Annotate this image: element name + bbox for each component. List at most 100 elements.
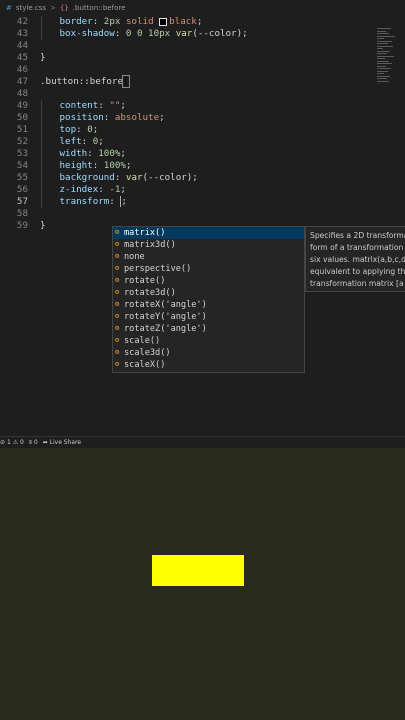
code-token: height xyxy=(59,160,93,171)
suggestion-item[interactable]: ⚙ none xyxy=(113,251,304,263)
code-editor[interactable]: 42 border: 2px solid black; 43 box-shadow: … xyxy=(0,16,405,436)
code-token: : xyxy=(92,160,104,171)
docs-line: equivalent to applying the xyxy=(310,267,405,276)
suggestion-label: scaleX() xyxy=(124,360,166,370)
indent-guide xyxy=(41,16,42,28)
indent-guide xyxy=(41,196,42,208)
code-line[interactable]: 46 xyxy=(0,64,370,76)
code-line[interactable]: 53 width: 100%; xyxy=(0,148,370,160)
code-token: transform xyxy=(59,196,110,207)
suggestion-item[interactable]: ⚙ rotate() xyxy=(113,275,304,287)
code-token: { xyxy=(122,75,130,88)
line-number: 57 xyxy=(16,196,28,207)
suggestion-widget: ⚙ matrix() ⚙ matrix3d() ⚙ none ⚙ perspective() ⚙… xyxy=(112,226,305,373)
color-swatch-icon[interactable] xyxy=(159,17,168,26)
code-line[interactable]: 44 xyxy=(0,40,370,52)
live-share-button[interactable]: ➦ Live Share xyxy=(43,439,81,446)
suggestion-label: perspective() xyxy=(124,264,192,274)
suggestion-docs: Specifies a 2D transformati form of a tra… xyxy=(305,226,405,292)
minimap-line xyxy=(377,63,392,64)
line-number: 58 xyxy=(16,208,28,219)
minimap-line xyxy=(377,75,390,77)
code-text: transform: ; xyxy=(60,196,127,208)
code-line[interactable]: 47 .button::before{ xyxy=(0,75,370,88)
code-line[interactable]: 58 xyxy=(0,208,370,220)
ports-indicator[interactable]: ʬ 0 xyxy=(29,439,38,446)
code-token: ; xyxy=(120,100,126,111)
code-token: background xyxy=(59,172,115,183)
code-text: position: absolute; xyxy=(60,112,165,124)
browser-preview xyxy=(0,448,405,720)
code-token: 2px xyxy=(103,16,121,27)
code-text: left: 0; xyxy=(60,136,104,148)
live-share-icon: ➦ xyxy=(42,439,48,446)
warning-count: 0 xyxy=(20,439,24,446)
indent-guide xyxy=(41,172,42,184)
code-text: box-shadow: 0 0 10px var(--color); xyxy=(60,28,248,40)
minimap-line xyxy=(377,60,389,62)
code-line[interactable]: 48 xyxy=(0,88,370,100)
line-number: 53 xyxy=(16,148,28,159)
code-line[interactable]: 55 background: var(--color); xyxy=(0,172,370,184)
suggestion-item[interactable]: ⚙ scaleX() xyxy=(113,359,304,371)
suggestion-item[interactable]: ⚙ scale() xyxy=(113,335,304,347)
minimap-line xyxy=(377,38,384,39)
code-token: : xyxy=(81,136,93,147)
code-line[interactable]: 56 z-index: -1; xyxy=(0,184,370,196)
code-line[interactable]: 57 transform: ; xyxy=(0,196,370,208)
code-token: (--color); xyxy=(192,28,248,39)
code-token: 0 0 10px xyxy=(125,28,176,39)
property-value-icon: ⚙ xyxy=(115,288,120,296)
suggestion-item[interactable]: ⚙ matrix() xyxy=(113,227,304,239)
line-number: 59 xyxy=(16,220,28,231)
code-line[interactable]: 43 box-shadow: 0 0 10px var(--color); xyxy=(0,28,370,40)
code-token: solid xyxy=(125,16,160,27)
code-line[interactable]: 45} xyxy=(0,52,370,64)
code-text: .button::before{ xyxy=(40,75,130,88)
code-token: ; xyxy=(159,112,165,123)
code-text: width: 100%; xyxy=(60,148,126,160)
minimap-line xyxy=(377,55,394,57)
minimap[interactable] xyxy=(377,28,399,88)
suggestion-item[interactable]: ⚙ rotateY('angle') xyxy=(113,311,304,323)
live-share-label: Live Share xyxy=(49,439,82,446)
status-bar: ⊘ 1 ⚠ 0 ʬ 0 ➦ Live Share xyxy=(0,436,405,448)
docs-line: six values. matrix(a,b,c,d,e xyxy=(310,255,405,264)
minimap-line xyxy=(377,80,389,82)
suggestion-item[interactable]: ⚙ matrix3d() xyxy=(113,239,304,251)
breadcrumb-file[interactable]: style.css xyxy=(16,4,46,12)
code-line[interactable]: 50 position: absolute; xyxy=(0,112,370,124)
suggestion-item[interactable]: ⚙ scale3d() xyxy=(113,347,304,359)
suggestion-item[interactable]: ⚙ perspective() xyxy=(113,263,304,275)
css-file-icon: # xyxy=(6,4,12,12)
line-number: 43 xyxy=(16,28,28,39)
line-number: 48 xyxy=(16,88,28,99)
code-token: var xyxy=(125,172,143,183)
suggestion-item[interactable]: ⚙ rotateZ('angle') xyxy=(113,323,304,335)
suggestion-item[interactable]: ⚙ rotate3d() xyxy=(113,287,304,299)
code-text: z-index: -1; xyxy=(60,184,126,196)
problems-indicator[interactable]: ⊘ 1 ⚠ 0 xyxy=(0,439,24,446)
code-token: : xyxy=(98,184,110,195)
suggestion-label: rotateX('angle') xyxy=(124,300,207,310)
code-line[interactable]: 54 height: 100%; xyxy=(0,160,370,172)
property-value-icon: ⚙ xyxy=(115,324,120,332)
breadcrumb-selector[interactable]: .button::before xyxy=(73,4,126,12)
minimap-line xyxy=(377,50,390,52)
suggestion-item[interactable]: ⚙ rotateX('angle') xyxy=(113,299,304,311)
code-line[interactable]: 42 border: 2px solid black; xyxy=(0,16,370,28)
demo-button[interactable] xyxy=(152,555,244,586)
code-line[interactable]: 49 content: ""; xyxy=(0,100,370,112)
minimap-line xyxy=(377,30,386,32)
code-line[interactable]: 51 top: 0; xyxy=(0,124,370,136)
code-token: ; xyxy=(125,160,132,171)
code-token: .button::before xyxy=(40,76,123,87)
code-token: : xyxy=(76,124,88,135)
code-token: ; xyxy=(92,124,99,135)
code-token: top xyxy=(59,124,77,135)
docs-line: transformation matrix [a b xyxy=(310,279,405,288)
code-token: left xyxy=(59,136,82,147)
code-text: content: ""; xyxy=(60,100,126,112)
indent-guide xyxy=(41,28,42,40)
code-line[interactable]: 52 left: 0; xyxy=(0,136,370,148)
